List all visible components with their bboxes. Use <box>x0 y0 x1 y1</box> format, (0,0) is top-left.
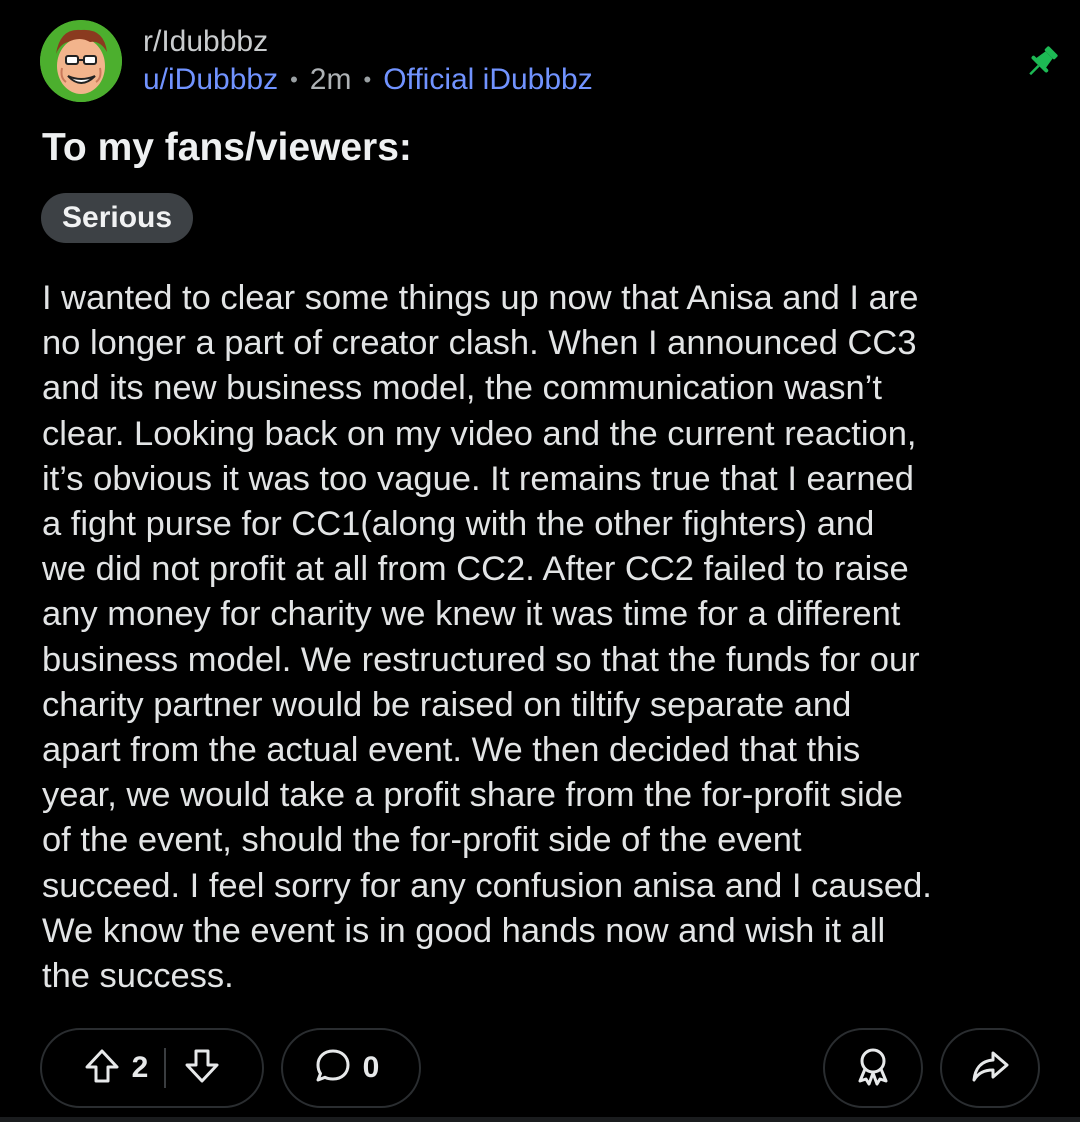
upvote-icon[interactable] <box>82 1046 122 1091</box>
meta-separator: • <box>290 67 298 92</box>
post-body: I wanted to clear some things up now tha… <box>42 279 932 996</box>
post-title[interactable]: To my fans/viewers: <box>42 124 412 172</box>
award-button[interactable] <box>823 1028 923 1108</box>
author-username[interactable]: u/iDubbbz <box>143 62 278 98</box>
award-icon <box>852 1045 894 1092</box>
post-meta: u/iDubbbz • 2m • Official iDubbbz <box>143 62 593 98</box>
comment-count: 0 <box>362 1051 380 1084</box>
divider <box>0 1117 1080 1122</box>
subreddit-avatar[interactable] <box>40 20 122 102</box>
subreddit-name[interactable]: r/Idubbbz <box>143 24 268 60</box>
comments-button[interactable]: 0 <box>281 1028 421 1108</box>
user-flair: Official iDubbbz <box>383 63 593 96</box>
share-icon <box>969 1045 1011 1092</box>
pin-icon <box>1022 42 1062 82</box>
comment-bubble-icon <box>313 1046 353 1091</box>
downvote-icon[interactable] <box>182 1046 222 1091</box>
vote-count: 2 <box>131 1051 149 1084</box>
cartoon-face-icon <box>40 20 122 102</box>
share-button[interactable] <box>940 1028 1040 1108</box>
post-card: r/Idubbbz u/iDubbbz • 2m • Official iDub… <box>0 0 1080 1122</box>
vote-control: 2 <box>40 1028 264 1108</box>
post-flair[interactable]: Serious <box>41 193 194 243</box>
vote-divider <box>164 1048 167 1088</box>
meta-separator: • <box>363 67 372 92</box>
post-time: 2m <box>309 63 352 96</box>
